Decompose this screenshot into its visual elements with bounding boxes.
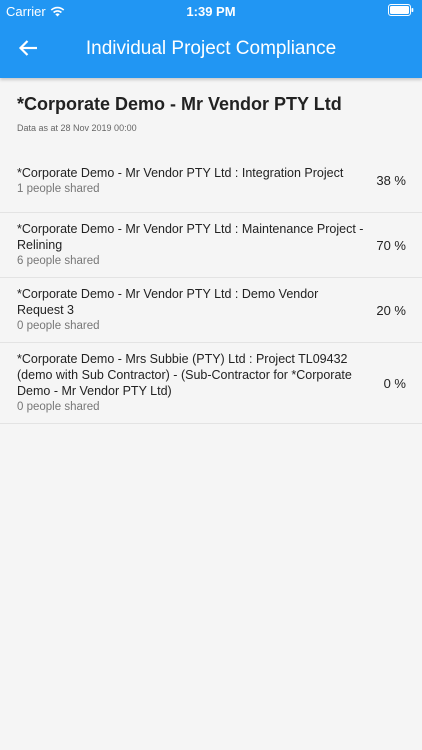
app-title: Individual Project Compliance — [85, 38, 337, 59]
project-row[interactable]: *Corporate Demo - Mrs Subbie (PTY) Ltd :… — [0, 343, 422, 424]
project-shared-count: 6 people shared — [17, 255, 100, 267]
project-compliance-percent: 0 % — [383, 375, 406, 391]
status-right — [388, 4, 414, 16]
page-title: *Corporate Demo - Mr Vendor PTY Ltd — [17, 94, 342, 114]
status-bar: Carrier 1:39 PM — [0, 0, 422, 22]
app-header: Carrier 1:39 PM Individual Project Compl… — [0, 0, 422, 78]
battery-icon — [388, 4, 414, 16]
project-shared-count: 1 people shared — [17, 182, 100, 195]
project-row[interactable]: *Corporate Demo - Mr Vendor PTY Ltd : In… — [0, 149, 422, 213]
page-body: *Corporate Demo - Mr Vendor PTY Ltd Data… — [0, 78, 422, 424]
data-as-at: Data as at 28 Nov 2019 00:00 — [17, 123, 137, 133]
project-name: *Corporate Demo - Mr Vendor PTY Ltd : De… — [17, 287, 319, 317]
project-list: *Corporate Demo - Mr Vendor PTY Ltd : In… — [0, 149, 422, 424]
project-compliance-percent: 20 % — [376, 302, 406, 318]
project-name: *Corporate Demo - Mrs Subbie (PTY) Ltd :… — [17, 352, 352, 398]
project-row[interactable]: *Corporate Demo - Mr Vendor PTY Ltd : De… — [0, 278, 422, 343]
project-info: *Corporate Demo - Mr Vendor PTY Ltd : In… — [17, 165, 376, 197]
project-compliance-percent: 70 % — [376, 237, 406, 253]
project-compliance-percent: 38 % — [376, 173, 406, 188]
project-info: *Corporate Demo - Mrs Subbie (PTY) Ltd :… — [17, 351, 384, 415]
project-name: *Corporate Demo - Mr Vendor PTY Ltd : In… — [17, 165, 344, 180]
project-info: *Corporate Demo - Mr Vendor PTY Ltd : Ma… — [17, 221, 376, 269]
app-bar: Individual Project Compliance — [0, 22, 422, 78]
project-shared-count: 0 people shared — [17, 320, 100, 332]
project-name: *Corporate Demo - Mr Vendor PTY Ltd : Ma… — [17, 222, 364, 252]
status-time: 1:39 PM — [186, 4, 236, 19]
project-info: *Corporate Demo - Mr Vendor PTY Ltd : De… — [17, 286, 376, 334]
project-shared-count: 0 people shared — [17, 401, 100, 413]
project-row[interactable]: *Corporate Demo - Mr Vendor PTY Ltd : Ma… — [0, 213, 422, 278]
